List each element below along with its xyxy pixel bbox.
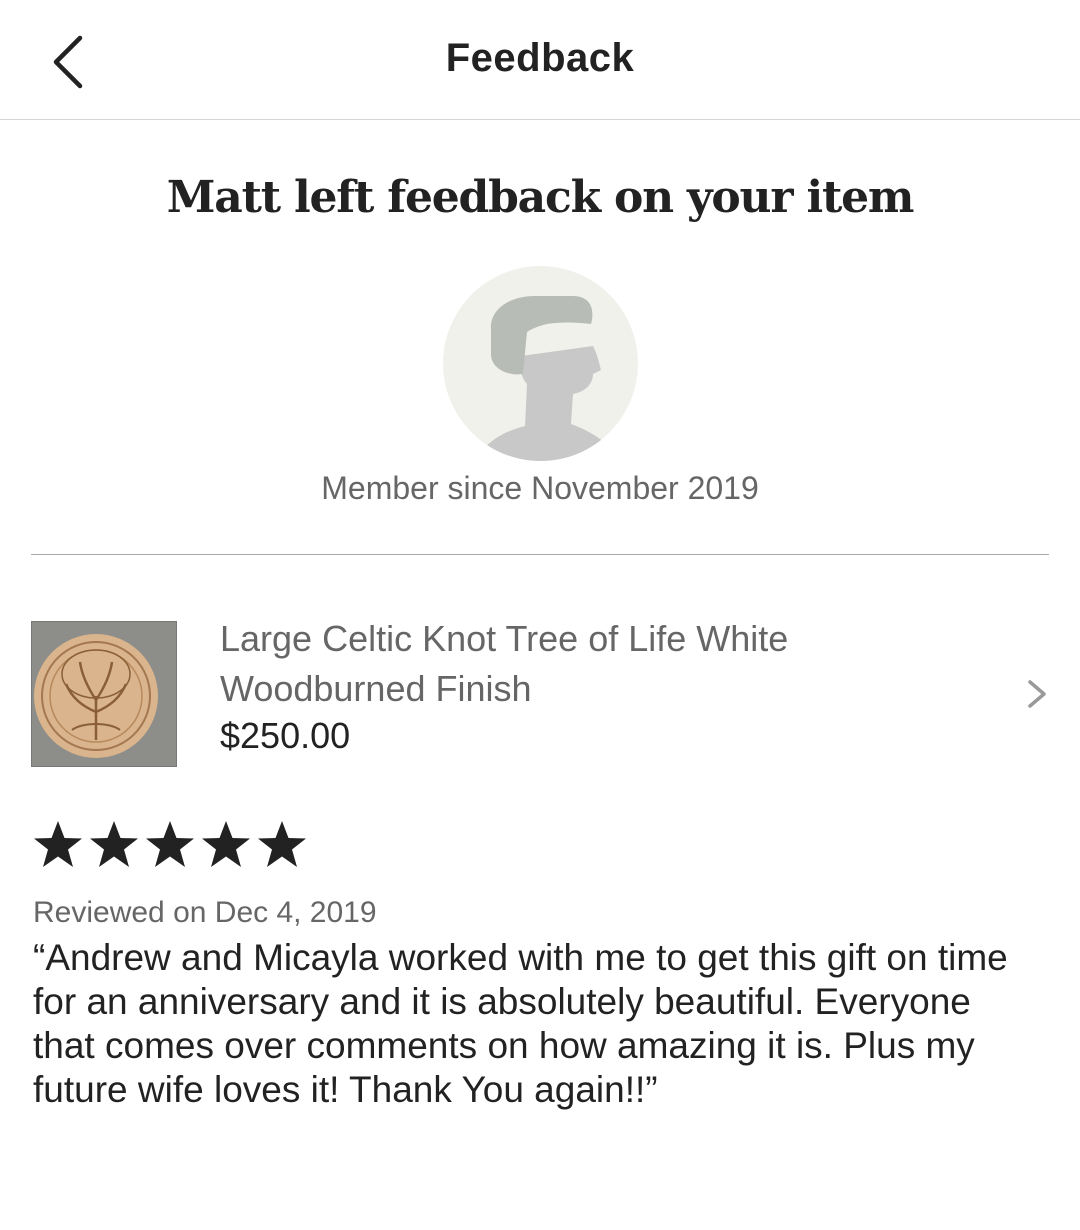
star-icon (202, 821, 250, 867)
star-icon (146, 821, 194, 867)
feedback-headline: Matt left feedback on your item (166, 172, 915, 223)
star-icon (34, 821, 82, 867)
divider (31, 554, 1049, 555)
review-text: “Andrew and Micayla worked with me to ge… (33, 937, 1008, 1110)
item-link[interactable]: Large Celtic Knot Tree of Life White Woo… (0, 600, 1080, 780)
star-icon (90, 821, 138, 867)
item-price: $250.00 (220, 715, 351, 756)
top-bar: Feedback (0, 0, 1080, 120)
star-icon (258, 821, 306, 867)
member-since-text: Member since November 2019 (321, 470, 759, 506)
chevron-right-icon (1028, 680, 1046, 708)
avatar (443, 266, 638, 461)
review-date: Reviewed on Dec 4, 2019 (33, 896, 377, 929)
star-rating (30, 818, 310, 872)
item-thumbnail (31, 621, 177, 767)
tree-of-life-plaque-image (32, 622, 176, 766)
person-silhouette-icon (477, 296, 619, 461)
page-title: Feedback (445, 36, 635, 80)
item-title: Large Celtic Knot Tree of Life White Woo… (220, 618, 789, 709)
